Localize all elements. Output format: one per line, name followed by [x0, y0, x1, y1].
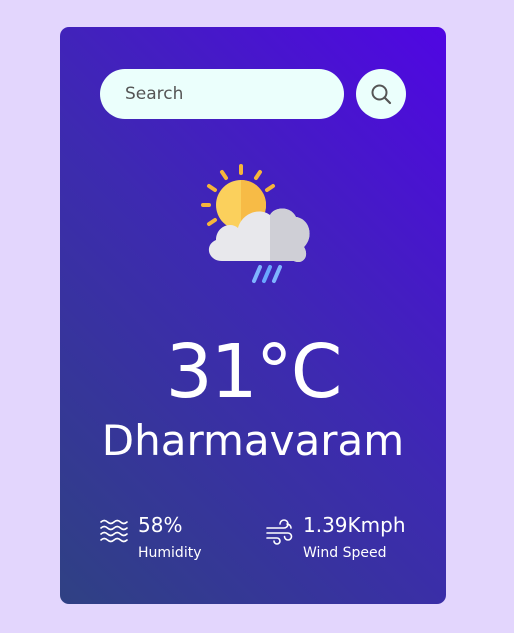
weather-card: 31°C Dharmavaram 58% Humidity 1.39Kmph W… — [60, 27, 446, 604]
wind-stat: 1.39Kmph Wind Speed — [265, 511, 415, 571]
wind-speed-value: 1.39Kmph — [303, 513, 406, 537]
search-icon — [371, 84, 392, 105]
search-input[interactable] — [100, 69, 344, 119]
sun-cloud-rain-icon — [201, 164, 310, 283]
wind-speed-label: Wind Speed — [303, 545, 387, 561]
temperature: 31°C — [165, 329, 343, 415]
wind-icon — [266, 519, 293, 545]
search-button[interactable] — [356, 69, 406, 119]
city-name: Dharmavaram — [101, 416, 405, 465]
humidity-waves-icon — [100, 519, 128, 543]
humidity-stat: 58% Humidity — [100, 511, 240, 571]
humidity-value: 58% — [138, 513, 183, 537]
humidity-label: Humidity — [138, 545, 202, 561]
